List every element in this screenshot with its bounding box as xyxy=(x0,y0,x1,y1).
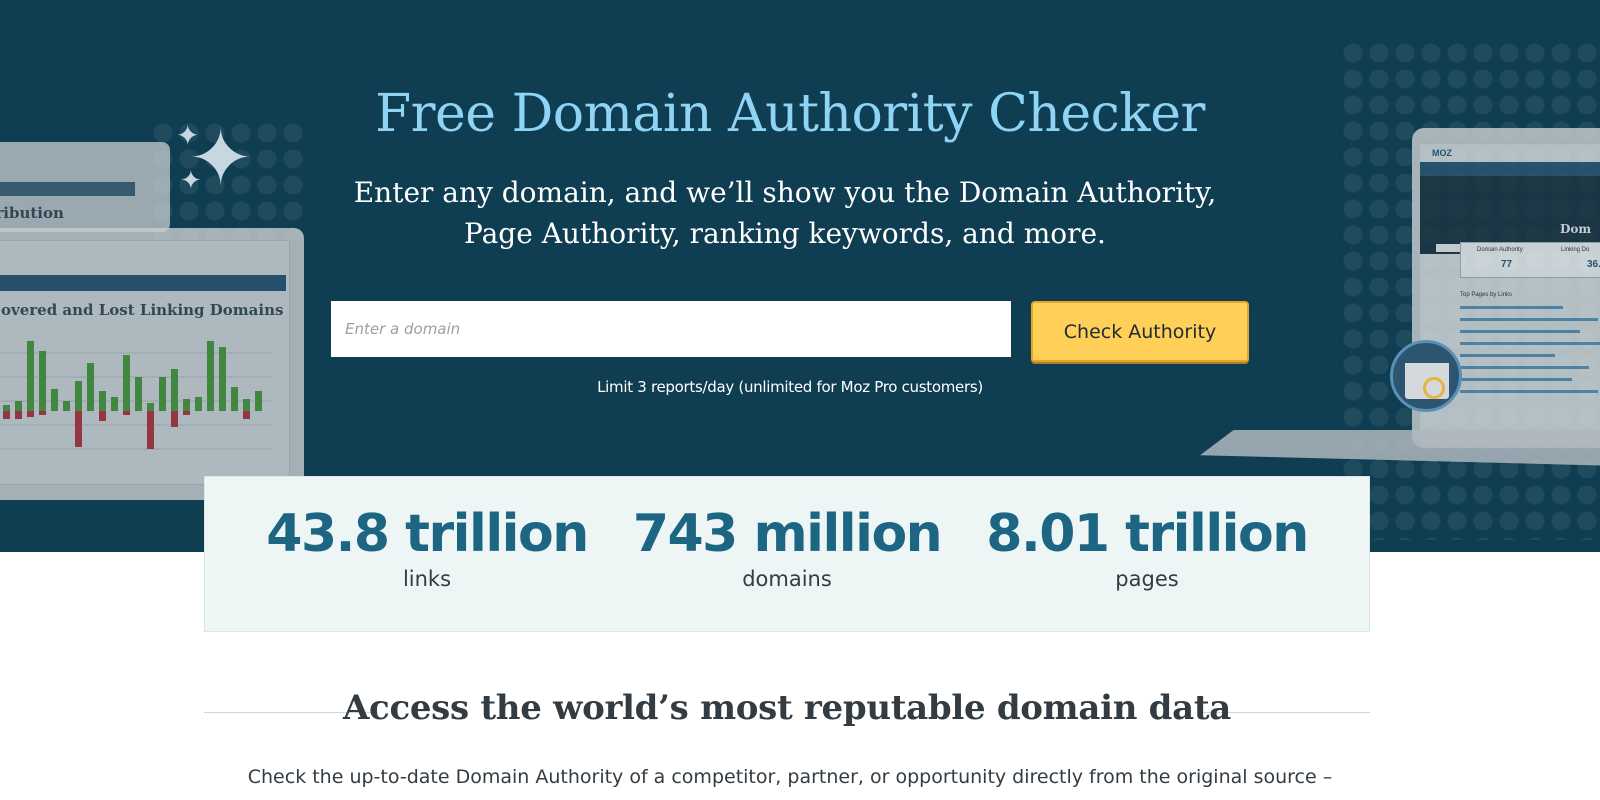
hero-subtitle: Enter any domain, and we’ll show you the… xyxy=(0,172,1570,254)
chart-bar-loss xyxy=(3,411,10,419)
hero-section: stribution overed and Lost Linking Domai… xyxy=(0,0,1600,552)
chart-bar-gain xyxy=(63,401,70,411)
stat-label: links xyxy=(402,567,452,591)
section-heading: Access the world’s most reputable domain… xyxy=(342,688,1232,728)
subtitle-line: Page Authority, ranking keywords, and mo… xyxy=(464,217,1106,250)
card-inner: overed and Lost Linking Domains xyxy=(0,240,290,485)
metric-value: 36.2 xyxy=(1587,259,1600,270)
domain-input[interactable] xyxy=(331,301,1011,357)
bar-chart-illustration xyxy=(1,341,271,450)
list-line xyxy=(1460,330,1581,333)
chart-bar-gain xyxy=(243,399,250,411)
stat-value: 743 million xyxy=(632,504,943,564)
chart-bar-loss xyxy=(171,411,178,427)
list-line xyxy=(1460,366,1589,369)
chart-bar-loss xyxy=(75,411,82,447)
subtitle-line: Enter any domain, and we’ll show you the… xyxy=(353,176,1217,209)
stat-label: domains xyxy=(742,567,832,591)
chart-bar-gain xyxy=(207,341,214,411)
chart-bar-loss xyxy=(123,411,130,415)
check-authority-button[interactable]: Check Authority xyxy=(1031,301,1249,362)
list-line xyxy=(1460,318,1598,321)
stat-domains: 743 million domains xyxy=(607,505,967,591)
list-line xyxy=(1460,354,1555,357)
stat-value: 43.8 trillion xyxy=(266,504,589,564)
chart-bar-loss xyxy=(27,411,34,417)
stat-label: pages xyxy=(1115,567,1179,591)
stat-links: 43.8 trillion links xyxy=(247,505,607,591)
page-title: Free Domain Authority Checker xyxy=(375,84,1205,144)
metric-value: 77 xyxy=(1501,259,1513,270)
chart-bar-gain xyxy=(111,397,118,411)
chart-bar-gain xyxy=(27,341,34,411)
chart-bar-gain xyxy=(183,399,190,411)
chart-bar-loss xyxy=(15,411,22,419)
report-card-illustration-front: overed and Lost Linking Domains xyxy=(0,228,304,500)
chart-bar-loss xyxy=(39,411,46,415)
chart-bar-gain xyxy=(15,401,22,411)
list-line xyxy=(1460,306,1564,309)
section-body-text: Check the up-to-date Domain Authority of… xyxy=(247,766,1333,788)
stats-panel: 43.8 trillion links 743 million domains … xyxy=(204,476,1370,632)
chart-bar-gain xyxy=(147,403,154,411)
chart-bar-gain xyxy=(195,397,202,411)
chart-bar-loss xyxy=(183,411,190,415)
chart-bar-loss xyxy=(99,411,106,421)
limit-note: Limit 3 reports/day (unlimited for Moz P… xyxy=(597,378,983,396)
stat-value: 8.01 trillion xyxy=(986,504,1309,564)
top-pages-label: Top Pages by Links xyxy=(1460,292,1513,298)
magnifier-icon xyxy=(1390,340,1462,412)
list-line xyxy=(1460,342,1600,345)
card-title-fragment: overed and Lost Linking Domains xyxy=(1,301,284,319)
chart-bar-loss xyxy=(243,411,250,419)
chart-bar-gain xyxy=(3,405,10,411)
card-header-bar xyxy=(0,275,286,291)
section-heading-block: Access the world’s most reputable domain… xyxy=(204,688,1370,734)
moz-logo: MOZ xyxy=(1432,148,1452,158)
stat-pages: 8.01 trillion pages xyxy=(967,505,1327,591)
chart-bar-loss xyxy=(147,411,154,449)
